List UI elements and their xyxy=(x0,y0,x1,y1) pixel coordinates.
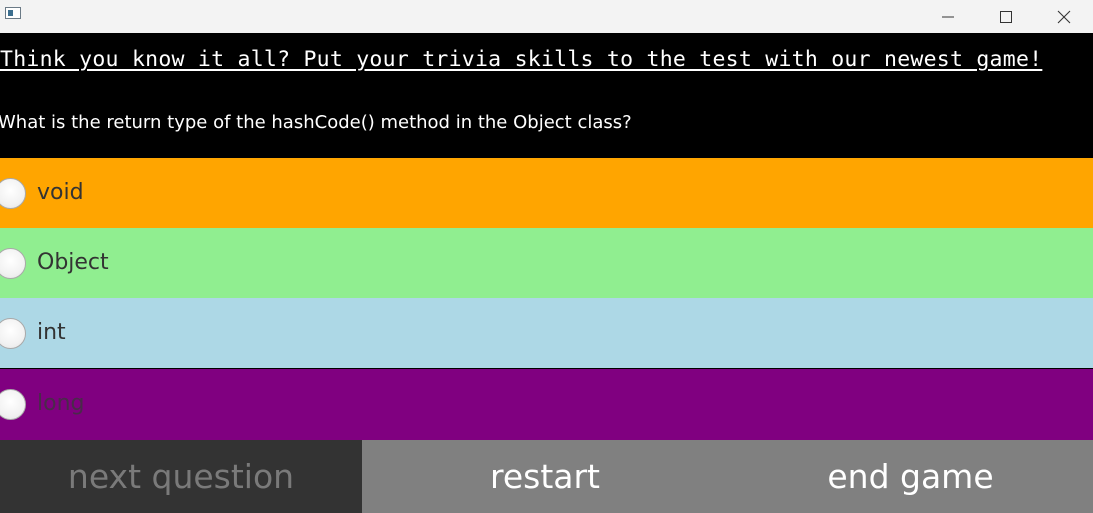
maximize-button[interactable] xyxy=(977,0,1035,33)
radio-button[interactable] xyxy=(0,318,26,349)
option-label: void xyxy=(37,180,84,205)
close-button[interactable] xyxy=(1035,0,1093,33)
app-window-icon xyxy=(5,7,21,19)
minimize-icon xyxy=(942,16,954,17)
option-void[interactable]: void xyxy=(0,158,1093,228)
radio-button[interactable] xyxy=(0,178,26,209)
question-text: What is the return type of the hashCode(… xyxy=(0,112,632,133)
option-label: Object xyxy=(37,250,109,275)
title-bar xyxy=(0,0,1093,33)
option-long[interactable]: long xyxy=(0,369,1093,440)
radio-button[interactable] xyxy=(0,389,26,420)
next-question-button[interactable]: next question xyxy=(0,440,362,513)
minimize-button[interactable] xyxy=(919,0,977,33)
close-icon xyxy=(1057,10,1071,23)
option-int[interactable]: int xyxy=(0,298,1093,368)
maximize-icon xyxy=(1000,10,1012,23)
radio-button[interactable] xyxy=(0,248,26,279)
end-game-button[interactable]: end game xyxy=(728,440,1093,513)
headline-link[interactable]: Think you know it all? Put your trivia s… xyxy=(0,47,1093,73)
restart-button[interactable]: restart xyxy=(362,440,728,513)
option-label: int xyxy=(37,320,66,345)
option-label: long xyxy=(37,391,85,416)
question-header: Think you know it all? Put your trivia s… xyxy=(0,33,1093,158)
option-object[interactable]: Object xyxy=(0,228,1093,298)
